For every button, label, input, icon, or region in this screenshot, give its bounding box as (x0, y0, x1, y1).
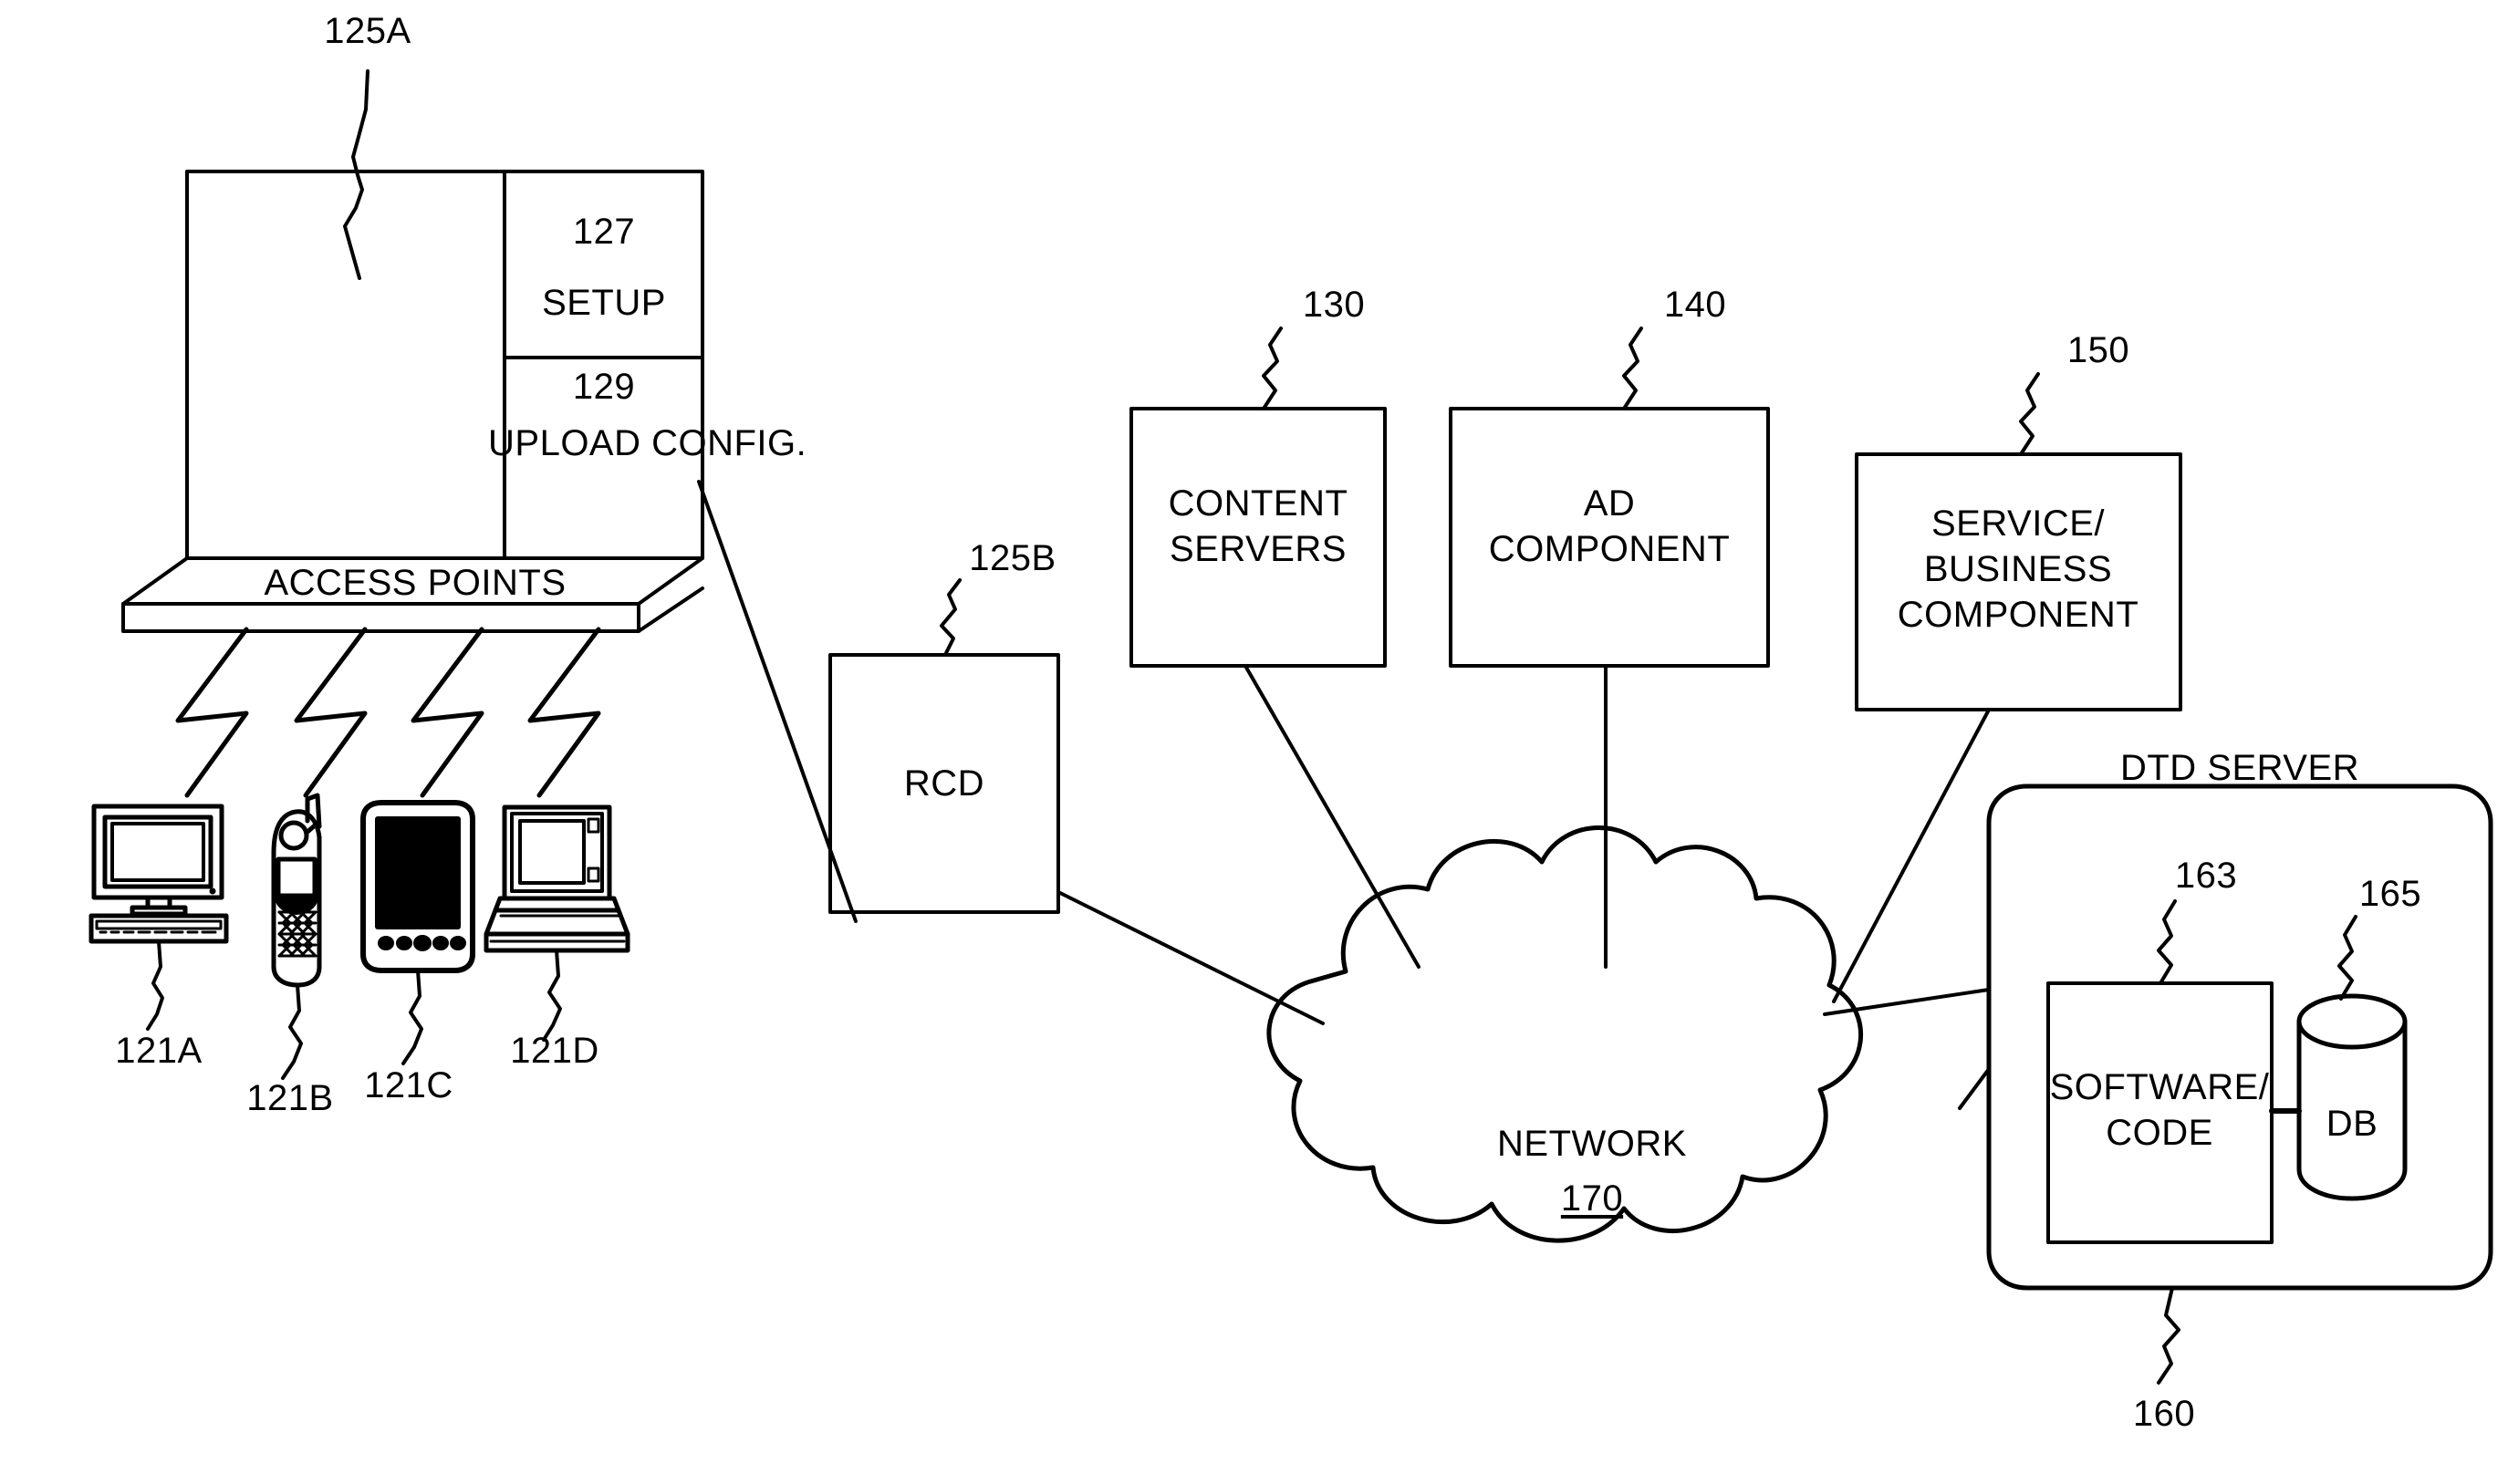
ref-125b: 125B (969, 538, 1056, 578)
leadline-130 (1262, 327, 1283, 410)
ref-129: 129 (572, 367, 636, 407)
desktop-computer-icon (88, 804, 229, 1031)
leadline-165 (2337, 915, 2357, 1001)
ref-130: 130 (1302, 285, 1366, 325)
software-code-label-line1[interactable]: SOFTWARE/ (2039, 1065, 2281, 1110)
content-servers-label-line2[interactable]: SERVERS (1130, 527, 1386, 572)
leadline-150 (2019, 372, 2040, 456)
link-service-component-to-network (1832, 708, 1991, 1003)
pda-icon (360, 800, 475, 1065)
wireless-bolt-2 (294, 627, 368, 798)
leadline-125a (343, 69, 369, 280)
software-code-label-line2[interactable]: CODE (2039, 1111, 2281, 1156)
leadline-160 (2157, 1286, 2180, 1385)
mobile-phone-icon (271, 793, 322, 1080)
ad-component-label-line1[interactable]: AD (1454, 482, 1764, 526)
ad-component-label-line2[interactable]: COMPONENT (1451, 527, 1768, 572)
leadline-163 (2157, 899, 2177, 985)
wireless-bolt-1 (175, 627, 249, 798)
access-points-label: ACCESS POINTS (264, 563, 567, 603)
db-label[interactable]: DB (2297, 1102, 2407, 1147)
rcd-label[interactable]: RCD (835, 762, 1054, 806)
wireless-bolt-3 (411, 627, 484, 798)
ref-121c: 121C (364, 1065, 453, 1105)
db-cylinder-top (2296, 993, 2408, 1050)
link-network-to-dtd-lower (1958, 1067, 1991, 1110)
link-rcd-to-network (1056, 890, 1325, 1025)
network-label: NETWORK (1497, 1124, 1687, 1164)
link-station-to-rcd (697, 480, 858, 923)
ref-160: 160 (2132, 1394, 2196, 1434)
service-business-label-line2[interactable]: BUSINESS (1858, 547, 2178, 592)
patent-figure-canvas: 125A 127 SETUP 129 UPLOAD CONFIG. ACCESS… (0, 0, 2508, 1484)
service-business-label-line1[interactable]: SERVICE/ (1858, 502, 2178, 546)
ref-125a: 125A (324, 11, 411, 51)
ref-121b: 121B (246, 1078, 334, 1118)
service-business-label-line3[interactable]: COMPONENT (1856, 593, 2180, 638)
ref-150: 150 (2066, 330, 2130, 370)
dtd-server-title: DTD SERVER (2119, 748, 2360, 788)
ref-170: 170 (1560, 1178, 1624, 1219)
ref-163: 163 (2174, 856, 2238, 896)
setup-panel-label[interactable]: SETUP (499, 281, 709, 326)
ref-121a: 121A (115, 1031, 203, 1071)
diagram-vector-layer (88, 69, 2493, 1385)
station-base-front (121, 602, 640, 633)
ref-165: 165 (2358, 874, 2422, 914)
leadline-140 (1622, 327, 1643, 410)
link-content-servers-to-network (1244, 664, 1421, 969)
wireless-bolt-4 (527, 627, 601, 798)
upload-config-panel-label[interactable]: UPLOAD CONFIG. (488, 421, 807, 466)
dtd-server-container (1986, 784, 2493, 1291)
content-servers-label-line1[interactable]: CONTENT (1130, 482, 1386, 526)
leadline-125b (940, 578, 962, 657)
ref-140: 140 (1663, 285, 1727, 325)
ref-121d: 121D (510, 1031, 599, 1071)
ref-127: 127 (572, 212, 636, 252)
laptop-icon (484, 804, 630, 1042)
